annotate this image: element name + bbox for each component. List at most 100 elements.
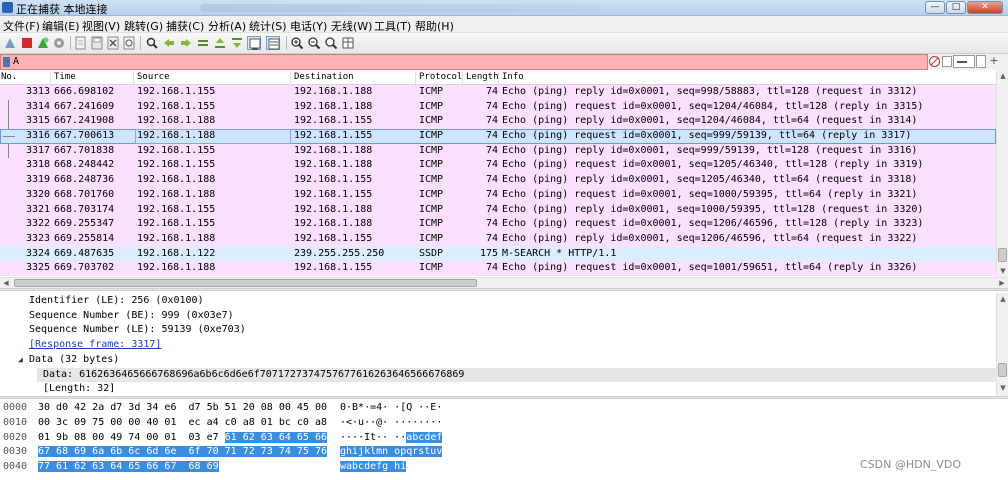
packet-source: 192.168.1.188 bbox=[137, 232, 216, 244]
stop-icon[interactable] bbox=[20, 36, 34, 50]
menu-capture[interactable]: 捕获(C) bbox=[166, 18, 204, 34]
packet-row[interactable]: 3318 668.248442 192.168.1.155 192.168.1.188… bbox=[0, 158, 996, 174]
packet-row[interactable]: 3316 667.700613 192.168.1.188 192.168.1.155… bbox=[0, 129, 996, 144]
bytes-row[interactable]: 0000 30 d0 42 2a d7 3d 34 e6 d7 5b 51 20 … bbox=[0, 401, 1008, 416]
menu-view[interactable]: 视图(V) bbox=[82, 18, 120, 34]
menu-analyze[interactable]: 分析(A) bbox=[208, 18, 246, 34]
go-to-packet-icon[interactable] bbox=[196, 36, 210, 50]
packet-row[interactable]: 3324 669.487635 192.168.1.122 239.255.255.2… bbox=[0, 246, 996, 262]
go-last-icon[interactable] bbox=[230, 36, 244, 50]
window-title-bar[interactable]: 正在捕获 本地连接 — □ ✕ bbox=[0, 0, 1008, 16]
packet-source: 192.168.1.155 bbox=[137, 218, 216, 230]
packet-row[interactable]: 3325 669.703702 192.168.1.188 192.168.1.155… bbox=[0, 261, 996, 276]
close-window-button[interactable]: ✕ bbox=[967, 1, 1003, 14]
expanded-triangle-icon[interactable]: ◢ bbox=[18, 355, 23, 364]
column-header-info[interactable]: Info bbox=[502, 72, 524, 82]
apply-filter-button[interactable] bbox=[953, 55, 975, 68]
menu-telephony[interactable]: 电话(Y) bbox=[290, 18, 327, 34]
packet-length: 74 bbox=[485, 144, 498, 156]
column-header-protocol[interactable]: Protocol bbox=[419, 72, 462, 82]
scroll-down-arrow[interactable]: ▼ bbox=[997, 265, 1008, 277]
packet-length: 74 bbox=[485, 159, 498, 171]
reload-icon[interactable] bbox=[122, 36, 136, 50]
detail-line[interactable]: Sequence Number (LE): 59139 (0xe703) bbox=[29, 323, 246, 338]
shark-fin-start-icon[interactable] bbox=[3, 36, 17, 50]
packet-row[interactable]: 3322 669.255347 192.168.1.155 192.168.1.188… bbox=[0, 217, 996, 232]
zoom-normal-icon[interactable] bbox=[324, 36, 338, 50]
column-header-length[interactable]: Length bbox=[466, 72, 499, 82]
scroll-up-arrow[interactable]: ▲ bbox=[997, 293, 1008, 305]
column-header-no[interactable]: No. bbox=[1, 72, 17, 82]
packet-row[interactable]: 3319 668.248736 192.168.1.188 192.168.1.155… bbox=[0, 173, 996, 188]
column-header-time[interactable]: Time bbox=[54, 72, 76, 82]
go-first-icon[interactable] bbox=[213, 36, 227, 50]
pane-splitter[interactable] bbox=[0, 396, 1008, 399]
minimize-button[interactable]: — bbox=[925, 1, 945, 14]
packet-row[interactable]: 3320 668.701760 192.168.1.188 192.168.1.155… bbox=[0, 187, 996, 203]
resize-columns-icon[interactable] bbox=[341, 36, 355, 50]
go-back-icon[interactable] bbox=[162, 36, 176, 50]
save-file-icon[interactable] bbox=[90, 36, 104, 50]
packet-info: Echo (ping) reply id=0x0001, seq=999/591… bbox=[502, 144, 918, 156]
menu-wireless[interactable]: 无线(W) bbox=[331, 18, 372, 34]
colorize-icon[interactable] bbox=[266, 36, 280, 50]
menu-tools[interactable]: 工具(T) bbox=[374, 18, 411, 34]
bytes-row[interactable]: 0030 67 68 69 6a 6b 6c 6d 6e 6f 70 71 72 … bbox=[0, 445, 1008, 460]
column-header-source[interactable]: Source bbox=[137, 72, 170, 82]
bytes-hex-highlighted: 77 61 62 63 64 65 66 67 68 69 bbox=[38, 461, 219, 473]
restart-icon[interactable] bbox=[36, 36, 50, 50]
filter-history-dropdown[interactable] bbox=[942, 56, 952, 67]
go-forward-icon[interactable] bbox=[179, 36, 193, 50]
detail-line[interactable]: Data: 6162636465666768696a6b6c6d6e6f7071… bbox=[37, 367, 996, 383]
options-gear-icon[interactable] bbox=[52, 36, 66, 50]
packet-list-vscrollbar[interactable]: ▲ ▼ bbox=[996, 70, 1008, 277]
find-icon[interactable] bbox=[145, 36, 159, 50]
packet-info: Echo (ping) request id=0x0001, seq=1206/… bbox=[502, 218, 924, 230]
details-scroll-thumb[interactable] bbox=[998, 363, 1007, 377]
packet-row[interactable]: 3317 667.701838 192.168.1.155 192.168.1.188… bbox=[0, 143, 996, 159]
bytes-row[interactable]: 0010 00 3c 09 75 00 00 40 01 ec a4 c0 a8 … bbox=[0, 416, 1008, 431]
packet-list-hscrollbar[interactable]: ◀ ▶ bbox=[0, 277, 1008, 288]
display-filter-input[interactable]: A bbox=[0, 54, 928, 70]
packet-list-scroll-thumb[interactable] bbox=[998, 248, 1007, 262]
packet-list-hscroll-thumb[interactable] bbox=[14, 279, 477, 287]
packet-row[interactable]: 3315 667.241908 192.168.1.188 192.168.1.155… bbox=[0, 114, 996, 130]
menu-help[interactable]: 帮助(H) bbox=[415, 18, 454, 34]
detail-line[interactable]: [Length: 32] bbox=[43, 382, 115, 396]
scroll-down-arrow[interactable]: ▼ bbox=[997, 382, 1008, 394]
close-file-icon[interactable] bbox=[106, 36, 120, 50]
bytes-row[interactable]: 0040 77 61 62 63 64 65 66 67 68 69 wabcdef… bbox=[0, 460, 1008, 475]
bytes-offset: 0030 bbox=[3, 446, 28, 458]
column-header-destination[interactable]: Destination bbox=[294, 72, 354, 82]
packet-row[interactable]: 3313 666.698102 192.168.1.155 192.168.1.188… bbox=[0, 85, 996, 100]
add-filter-button[interactable]: + bbox=[988, 55, 1000, 68]
autoscroll-icon[interactable] bbox=[247, 36, 261, 50]
menu-go[interactable]: 跳转(G) bbox=[124, 18, 163, 34]
packet-destination: 192.168.1.188 bbox=[294, 159, 373, 171]
detail-line[interactable]: Identifier (LE): 256 (0x0100) bbox=[29, 294, 204, 309]
zoom-out-icon[interactable] bbox=[307, 36, 321, 50]
menu-edit[interactable]: 编辑(E) bbox=[42, 18, 80, 34]
detail-line[interactable]: Data (32 bytes) bbox=[29, 353, 119, 368]
display-filter-bar: A + bbox=[0, 54, 1008, 70]
filter-expression-dropdown[interactable] bbox=[976, 55, 986, 68]
pane-splitter[interactable] bbox=[0, 288, 1008, 291]
packet-row[interactable]: 3321 668.703174 192.168.1.155 192.168.1.188… bbox=[0, 202, 996, 218]
packet-length: 74 bbox=[485, 130, 498, 142]
maximize-button[interactable]: □ bbox=[946, 1, 966, 14]
packet-length: 74 bbox=[485, 262, 498, 274]
menu-file[interactable]: 文件(F) bbox=[3, 18, 40, 34]
details-vscrollbar[interactable]: ▲ ▼ bbox=[996, 293, 1008, 396]
bytes-row[interactable]: 0020 01 9b 08 00 49 74 00 01 03 e7 61 62 … bbox=[0, 431, 1008, 446]
packet-row[interactable]: 3314 667.241609 192.168.1.155 192.168.1.188… bbox=[0, 99, 996, 115]
open-file-icon[interactable] bbox=[74, 36, 88, 50]
scroll-up-arrow[interactable]: ▲ bbox=[997, 70, 1008, 82]
detail-line[interactable]: Sequence Number (BE): 999 (0x03e7) bbox=[29, 309, 234, 324]
zoom-in-icon[interactable] bbox=[290, 36, 304, 50]
packet-time: 667.241609 bbox=[54, 100, 115, 112]
filter-bookmark-icon[interactable] bbox=[3, 57, 10, 67]
clear-filter-icon[interactable] bbox=[929, 56, 940, 67]
menu-statistics[interactable]: 统计(S) bbox=[249, 18, 287, 34]
response-frame-link[interactable]: [Response frame: 3317] bbox=[29, 338, 161, 353]
packet-row[interactable]: 3323 669.255814 192.168.1.188 192.168.1.155… bbox=[0, 231, 996, 247]
